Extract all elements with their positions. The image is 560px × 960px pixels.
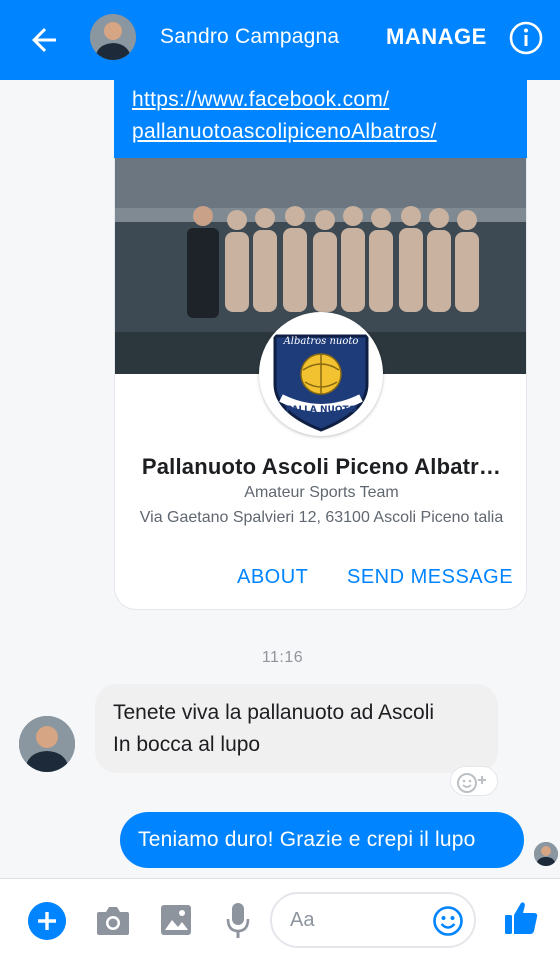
page-preview-card[interactable]: Albatros nuoto PALLA NUOTO Pallanuoto As… (114, 158, 527, 610)
manage-button[interactable]: MANAGE (386, 24, 487, 50)
back-arrow-icon[interactable] (26, 22, 62, 58)
thumbs-up-icon[interactable] (503, 899, 539, 937)
shared-link-bubble[interactable]: https://www.facebook.com/ pallanuotoasco… (114, 80, 527, 158)
contact-avatar[interactable] (90, 14, 136, 60)
about-button[interactable]: ABOUT (237, 566, 308, 589)
message-timestamp: 11:16 (261, 649, 304, 666)
message-input[interactable]: Aa (270, 892, 476, 948)
add-reaction-button[interactable] (450, 766, 498, 796)
message-input-placeholder: Aa (290, 909, 315, 931)
logo-text-bottom: PALLA NUOTO (286, 405, 357, 415)
camera-icon[interactable] (95, 903, 131, 937)
message-composer: Aa (0, 878, 560, 960)
incoming-message-line2: In bocca al lupo (113, 733, 261, 756)
sender-avatar[interactable] (19, 716, 75, 772)
page-name[interactable]: Pallanuoto Ascoli Piceno Albatr… (115, 454, 526, 480)
logo-text-top: Albatros nuoto (283, 336, 359, 347)
microphone-icon[interactable] (225, 901, 251, 939)
page-category: Amateur Sports Team (244, 484, 399, 501)
link-url-line1[interactable]: https://www.facebook.com/ (132, 84, 437, 116)
conversation-header: Sandro Campagna MANAGE (0, 0, 560, 80)
page-address: Via Gaetano Spalvieri 12, 63100 Ascoli P… (139, 509, 504, 526)
add-icon[interactable] (28, 902, 66, 940)
contact-name[interactable]: Sandro Campagna (160, 25, 339, 49)
incoming-message-line1: Tenete viva la pallanuoto ad Ascoli (113, 701, 435, 724)
gallery-icon[interactable] (159, 903, 193, 937)
read-receipt-avatar (534, 842, 558, 866)
send-message-button[interactable]: SEND MESSAGE (347, 566, 513, 589)
link-url-line2[interactable]: pallanuotoascolipicenoAlbatros/ (132, 116, 437, 148)
emoji-icon[interactable] (432, 905, 464, 937)
add-reaction-icon (457, 773, 486, 793)
incoming-message-bubble[interactable]: Tenete viva la pallanuoto ad Ascoli In b… (95, 684, 498, 773)
info-icon[interactable] (508, 20, 544, 56)
page-logo: Albatros nuoto PALLA NUOTO (259, 312, 383, 436)
outgoing-message-bubble[interactable]: Teniamo duro! Grazie e crepi il lupo (120, 812, 524, 868)
